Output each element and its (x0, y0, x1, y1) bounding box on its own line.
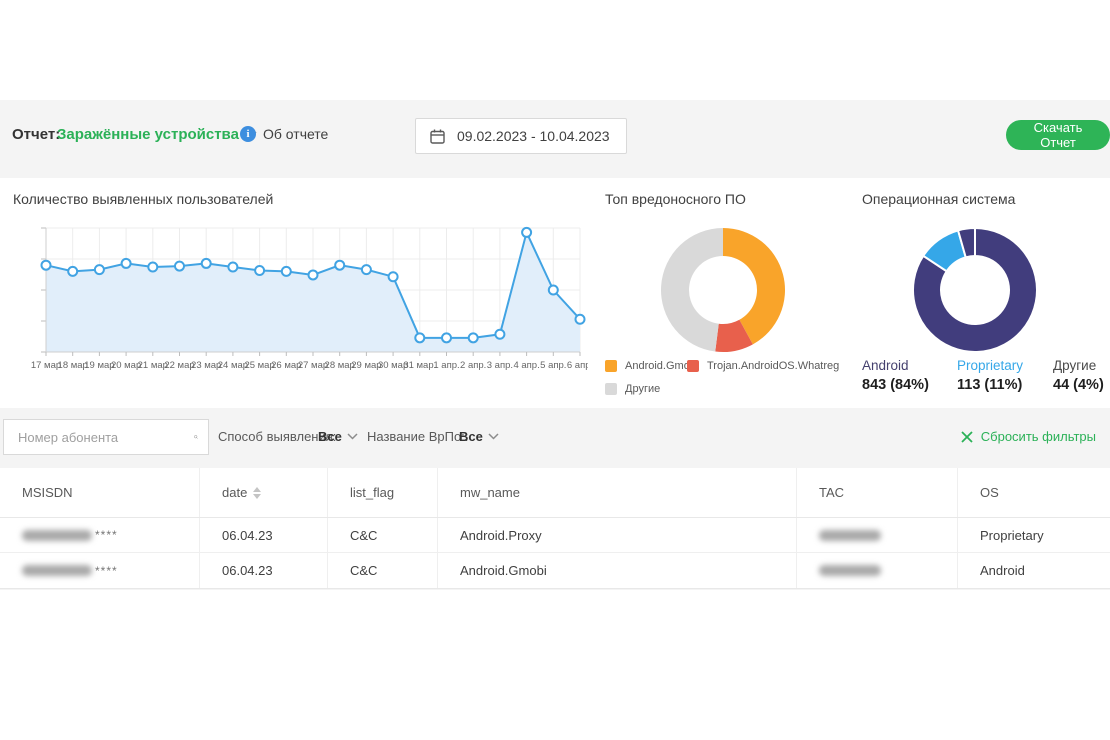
subscriber-search[interactable] (3, 419, 209, 455)
detection-filter-value: Все (318, 429, 342, 444)
report-type-dropdown[interactable]: Заражённые устройства (57, 126, 257, 143)
column-header-mw-name[interactable]: mw_name (438, 468, 797, 517)
calendar-icon (430, 129, 445, 144)
column-header-date-label: date (222, 485, 247, 500)
os-stat-value: 113 (11%) (957, 377, 1023, 393)
page: Отчет: Заражённые устройства i Об отчете… (0, 0, 1110, 740)
cell-tac (797, 518, 958, 552)
sort-icon[interactable] (253, 487, 261, 499)
line-chart-title: Количество выявленных пользователей (13, 191, 273, 207)
cell-list-flag: C&C (328, 518, 438, 552)
msisdn-suffix: **** (95, 528, 118, 542)
os-stat-label: Android (862, 358, 929, 373)
msisdn-suffix: **** (95, 564, 118, 578)
svg-text:2 апр.: 2 апр. (460, 360, 486, 371)
svg-text:1 апр.: 1 апр. (433, 360, 459, 371)
search-input[interactable] (18, 430, 194, 445)
svg-text:3 апр.: 3 апр. (487, 360, 513, 371)
chevron-down-icon (488, 433, 499, 440)
about-report-label: Об отчете (263, 126, 328, 142)
cell-msisdn: **** (0, 518, 200, 552)
os-stat-value: 843 (84%) (862, 377, 929, 393)
about-report-link[interactable]: i Об отчете (240, 126, 328, 142)
os-stat-other: Другие 44 (4%) (1053, 358, 1104, 393)
legend-swatch (687, 360, 699, 372)
filter-bar: Способ выявления: Все Название ВрПо:: Вс… (0, 419, 1110, 457)
cell-date: 06.04.23 (200, 518, 328, 552)
os-stat-proprietary: Proprietary 113 (11%) (957, 358, 1023, 393)
search-icon[interactable] (194, 427, 198, 447)
charts-card: Количество выявленных пользователей 17 м… (0, 178, 1110, 408)
users-line-chart: 17 мар18 мар19 мар20 мар21 мар22 мар23 м… (4, 218, 588, 386)
reset-filters-label: Сбросить фильтры (981, 429, 1096, 444)
malware-filter-dropdown[interactable]: Все (459, 429, 499, 444)
date-range-picker[interactable]: 09.02.2023 - 10.04.2023 (415, 118, 627, 154)
os-stat-android: Android 843 (84%) (862, 358, 929, 393)
legend-label: Другие (625, 383, 660, 395)
report-label: Отчет: (12, 126, 60, 143)
os-stat-value: 44 (4%) (1053, 377, 1104, 393)
table-header-row: MSISDN date list_flag mw_name TAC OS (0, 468, 1110, 518)
report-toolbar: Отчет: Заражённые устройства i Об отчете… (0, 113, 1110, 157)
download-report-button[interactable]: Скачать Отчет (1006, 120, 1110, 150)
legend-item-android-gmobi: Android.Gmobi (605, 360, 698, 372)
reset-filters-button[interactable]: Сбросить фильтры (961, 429, 1096, 444)
cell-mw-name: Android.Proxy (438, 518, 797, 552)
malware-filter-value: Все (459, 429, 483, 444)
table-body: ****06.04.23C&CAndroid.ProxyProprietary*… (0, 518, 1110, 588)
masked-tac (819, 565, 881, 576)
legend-swatch (605, 360, 617, 372)
masked-tac (819, 530, 881, 541)
infected-devices-table: MSISDN date list_flag mw_name TAC OS ***… (0, 468, 1110, 589)
table-row[interactable]: **** 06.04.23C&CAndroid.Gmobi Android (0, 553, 1110, 588)
info-icon: i (240, 126, 256, 142)
cell-os: Proprietary (958, 518, 1110, 552)
column-header-msisdn[interactable]: MSISDN (0, 468, 200, 517)
os-donut-chart (905, 220, 1045, 360)
legend-item-trojan-whatreg: Trojan.AndroidOS.Whatreg (687, 360, 839, 372)
cell-os: Android (958, 553, 1110, 588)
legend-item-other: Другие (605, 383, 660, 395)
column-header-tac[interactable]: TAC (797, 468, 958, 517)
detection-filter-dropdown[interactable]: Все (318, 429, 358, 444)
chevron-down-icon (347, 433, 358, 440)
svg-text:6 апр.: 6 апр. (567, 360, 588, 371)
os-stat-label: Proprietary (957, 358, 1023, 373)
masked-msisdn (22, 530, 92, 541)
malware-donut-title: Топ вредоносного ПО (605, 191, 746, 207)
malware-filter-label: Название ВрПо:: (367, 429, 468, 444)
column-header-os[interactable]: OS (958, 468, 1110, 517)
legend-label: Trojan.AndroidOS.Whatreg (707, 360, 839, 372)
svg-text:31 мар.: 31 мар. (403, 360, 436, 371)
malware-donut-chart (653, 220, 793, 360)
column-header-list-flag[interactable]: list_flag (328, 468, 438, 517)
cell-mw-name: Android.Gmobi (438, 553, 797, 588)
report-name: Заражённые устройства (57, 126, 239, 143)
legend-swatch (605, 383, 617, 395)
svg-text:5 апр.: 5 апр. (540, 360, 566, 371)
svg-text:4 апр.: 4 апр. (513, 360, 539, 371)
os-stat-label: Другие (1053, 358, 1104, 373)
os-donut-title: Операционная система (862, 191, 1015, 207)
table-row[interactable]: **** 06.04.23C&CAndroid.Proxy Proprietary (0, 518, 1110, 553)
date-range-value: 09.02.2023 - 10.04.2023 (457, 128, 610, 144)
cell-msisdn: **** (0, 553, 200, 588)
column-header-date[interactable]: date (200, 468, 328, 517)
cell-list-flag: C&C (328, 553, 438, 588)
close-icon (961, 431, 973, 443)
masked-msisdn (22, 565, 92, 576)
cell-date: 06.04.23 (200, 553, 328, 588)
cell-tac (797, 553, 958, 588)
